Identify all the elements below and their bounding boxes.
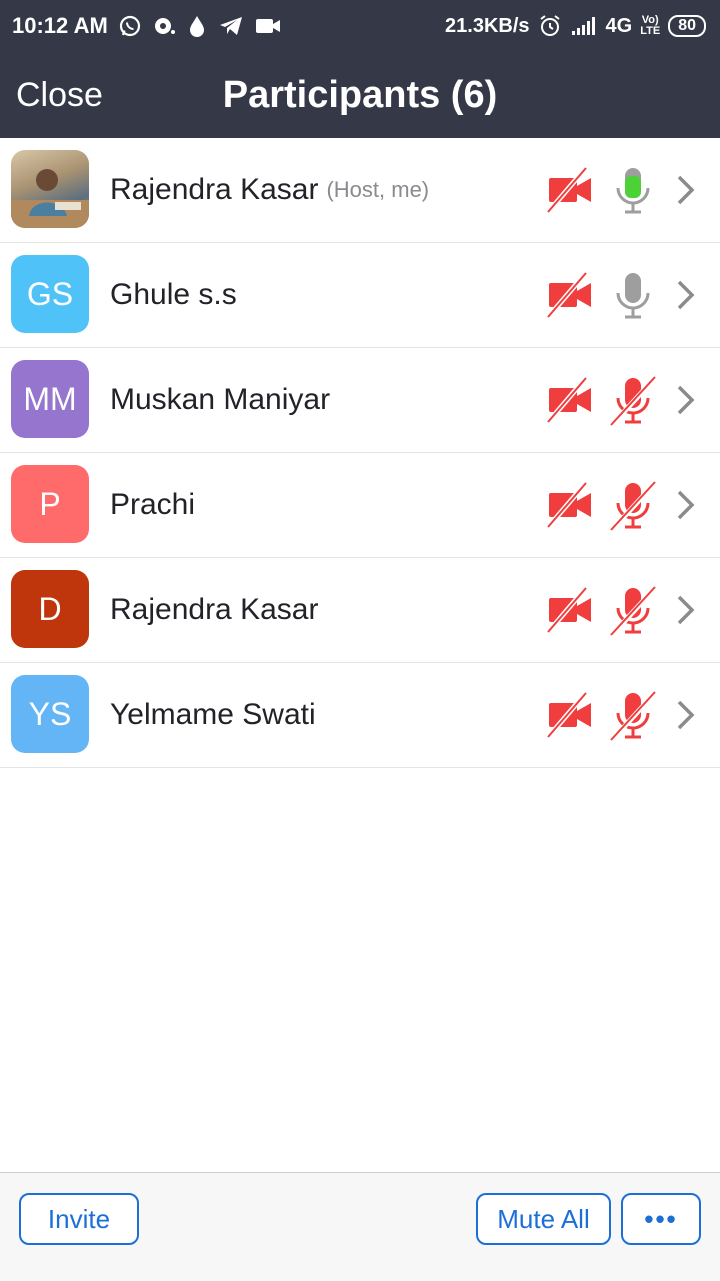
mic-muted-icon[interactable]	[608, 481, 658, 531]
avatar-initials: MM	[11, 360, 89, 438]
network-type: 4G	[605, 14, 633, 37]
mic-icon[interactable]	[608, 271, 658, 321]
radio-icon	[154, 18, 175, 34]
chevron-right-icon[interactable]	[674, 271, 698, 319]
participant-list: Rajendra Kasar (Host, me) GS Ghule s.s MM Mus…	[0, 138, 720, 768]
participant-row[interactable]: P Prachi	[0, 453, 720, 558]
mic-muted-icon[interactable]	[608, 691, 658, 741]
participant-name: Prachi	[110, 488, 196, 521]
participant-name: Ghule s.s	[110, 278, 237, 311]
signal-icon	[571, 17, 595, 35]
volte-indicator: Vo) LTE	[640, 14, 661, 37]
drop-icon	[189, 16, 204, 37]
host-tag: (Host, me)	[326, 177, 430, 202]
bottom-toolbar: Invite Mute All •••	[0, 1172, 720, 1281]
battery-indicator: 80	[668, 15, 706, 37]
avatar-photo	[11, 150, 89, 228]
mute-all-button[interactable]: Mute All	[476, 1193, 611, 1245]
video-recorder-icon	[255, 19, 280, 33]
more-options-button[interactable]: •••	[621, 1193, 701, 1245]
mic-muted-icon[interactable]	[608, 586, 658, 636]
participant-name: Rajendra Kasar	[110, 173, 319, 206]
participant-name: Yelmame Swati	[110, 698, 316, 731]
participant-row[interactable]: MM Muskan Maniyar	[0, 348, 720, 453]
avatar-initials: P	[11, 465, 89, 543]
video-off-icon[interactable]	[546, 691, 594, 739]
video-off-icon[interactable]	[546, 271, 594, 319]
alarm-icon	[539, 15, 560, 36]
participant-row[interactable]: GS Ghule s.s	[0, 243, 720, 348]
video-off-icon[interactable]	[546, 586, 594, 634]
network-speed: 21.3KB/s	[445, 14, 530, 37]
telegram-icon	[219, 17, 242, 35]
participant-row[interactable]: YS Yelmame Swati	[0, 663, 720, 768]
mic-muted-icon[interactable]	[608, 376, 658, 426]
avatar-initials: YS	[11, 675, 89, 753]
video-off-icon[interactable]	[546, 481, 594, 529]
video-off-icon[interactable]	[546, 166, 594, 214]
chevron-right-icon[interactable]	[674, 586, 698, 634]
chevron-right-icon[interactable]	[674, 166, 698, 214]
invite-button[interactable]: Invite	[19, 1193, 139, 1245]
person-photo-icon	[11, 169, 89, 228]
chevron-right-icon[interactable]	[674, 481, 698, 529]
header-bar: Close Participants (6)	[0, 52, 720, 138]
participant-row[interactable]: Rajendra Kasar (Host, me)	[0, 138, 720, 243]
participant-name: Muskan Maniyar	[110, 383, 331, 416]
chevron-right-icon[interactable]	[674, 376, 698, 424]
status-time: 10:12 AM	[12, 13, 108, 38]
status-bar: 10:12 AM 21.3KB/s 4G Vo) LTE 80	[0, 0, 720, 52]
participant-row[interactable]: D Rajendra Kasar	[0, 558, 720, 663]
chevron-right-icon[interactable]	[674, 691, 698, 739]
page-title: Participants (6)	[222, 74, 498, 116]
close-button[interactable]: Close	[16, 52, 103, 138]
participant-name: Rajendra Kasar	[110, 593, 319, 626]
mic-active-icon[interactable]	[608, 166, 658, 216]
avatar-initials: D	[11, 570, 89, 648]
avatar-initials: GS	[11, 255, 89, 333]
video-off-icon[interactable]	[546, 376, 594, 424]
whatsapp-icon	[119, 15, 140, 37]
